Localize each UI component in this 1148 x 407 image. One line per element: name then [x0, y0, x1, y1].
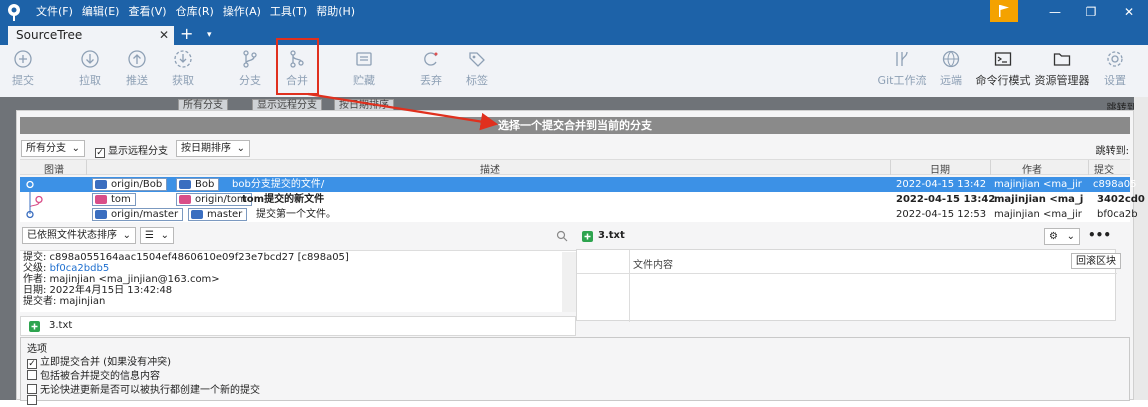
annotation-arrow — [307, 92, 499, 131]
